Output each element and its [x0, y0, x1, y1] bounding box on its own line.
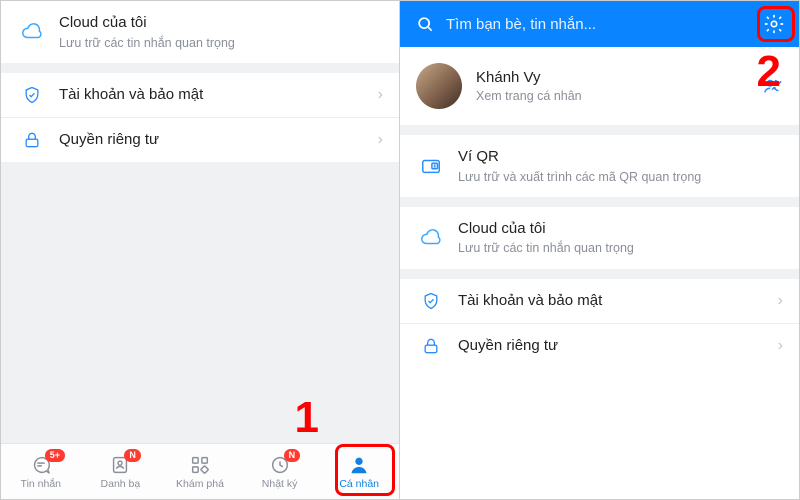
group-qr: Ví QR Lưu trữ và xuất trình các mã QR qu…	[400, 135, 799, 197]
profile-row[interactable]: Khánh Vy Xem trang cá nhân	[400, 47, 799, 125]
chevron-right-icon: ›	[378, 86, 383, 104]
qr-wallet-icon	[418, 155, 444, 177]
tab-label: Danh bạ	[101, 478, 141, 490]
person-icon	[348, 454, 370, 476]
group-security: Tài khoản và bảo mật › Quyền riêng tư ›	[400, 279, 799, 368]
section-gap	[400, 125, 799, 135]
section-gap	[400, 269, 799, 279]
section-gap	[1, 63, 399, 73]
item-title: Ví QR	[458, 147, 783, 167]
profile-name: Khánh Vy	[476, 69, 761, 86]
item-title: Tài khoản và bảo mật	[59, 85, 370, 105]
item-account-security[interactable]: Tài khoản và bảo mật ›	[400, 279, 799, 324]
badge: N	[284, 449, 301, 462]
tab-label: Tin nhắn	[21, 478, 61, 490]
gear-icon	[763, 13, 785, 35]
item-texts: Cloud của tôi Lưu trữ các tin nhắn quan …	[59, 13, 383, 51]
item-title: Cloud của tôi	[59, 13, 383, 33]
tab-contacts[interactable]: N Danh bạ	[81, 444, 161, 499]
tab-discover[interactable]: Khám phá	[160, 444, 240, 499]
item-title: Quyền riêng tư	[458, 336, 770, 356]
item-privacy[interactable]: Quyền riêng tư ›	[1, 118, 399, 162]
item-account-security[interactable]: Tài khoản và bảo mật ›	[1, 73, 399, 118]
group-cloud: Cloud của tôi Lưu trữ các tin nhắn quan …	[400, 207, 799, 269]
shield-icon	[418, 291, 444, 311]
item-cloud[interactable]: Cloud của tôi Lưu trữ các tin nhắn quan …	[1, 1, 399, 63]
cloud-icon	[418, 227, 444, 249]
item-title: Cloud của tôi	[458, 219, 783, 239]
item-privacy[interactable]: Quyền riêng tư ›	[400, 324, 799, 368]
chevron-right-icon: ›	[778, 292, 783, 310]
item-cloud[interactable]: Cloud của tôi Lưu trữ các tin nhắn quan …	[400, 207, 799, 269]
shield-icon	[19, 85, 45, 105]
screen-1: Cloud của tôi Lưu trữ các tin nhắn quan …	[1, 1, 400, 499]
bottom-tabbar: 5+ Tin nhắn N Danh bạ Khám phá N Nhật ký	[1, 443, 399, 499]
settings-button[interactable]	[759, 9, 789, 39]
item-qr-wallet[interactable]: Ví QR Lưu trữ và xuất trình các mã QR qu…	[400, 135, 799, 197]
group-cloud: Cloud của tôi Lưu trữ các tin nhắn quan …	[1, 1, 399, 63]
lock-icon	[418, 336, 444, 356]
badge: N	[124, 449, 141, 462]
chevron-right-icon: ›	[778, 337, 783, 355]
item-sub: Lưu trữ các tin nhắn quan trọng	[458, 240, 783, 256]
badge: 5+	[45, 449, 65, 462]
tab-label: Cá nhân	[339, 478, 379, 490]
spacer	[1, 162, 399, 443]
profile-sub: Xem trang cá nhân	[476, 89, 761, 103]
screen-2: Tìm bạn bè, tin nhắn... Khánh Vy Xem tra…	[400, 1, 799, 499]
tab-label: Khám phá	[176, 478, 224, 490]
tab-label: Nhật ký	[262, 478, 298, 490]
search-bar: Tìm bạn bè, tin nhắn...	[400, 1, 799, 47]
avatar	[416, 63, 462, 109]
item-sub: Lưu trữ các tin nhắn quan trọng	[59, 35, 383, 51]
cloud-icon	[19, 21, 45, 43]
item-sub: Lưu trữ và xuất trình các mã QR quan trọ…	[458, 169, 783, 185]
search-input[interactable]: Tìm bạn bè, tin nhắn...	[446, 16, 759, 33]
group-security: Tài khoản và bảo mật › Quyền riêng tư ›	[1, 73, 399, 162]
chevron-right-icon: ›	[378, 131, 383, 149]
item-title: Quyền riêng tư	[59, 130, 370, 150]
lock-icon	[19, 130, 45, 150]
section-gap	[400, 197, 799, 207]
search-icon[interactable]	[414, 14, 436, 34]
switch-account-icon[interactable]	[761, 75, 783, 97]
item-title: Tài khoản và bảo mật	[458, 291, 770, 311]
tab-me[interactable]: Cá nhân	[319, 444, 399, 499]
grid-icon	[189, 454, 211, 476]
tab-diary[interactable]: N Nhật ký	[240, 444, 320, 499]
tab-messages[interactable]: 5+ Tin nhắn	[1, 444, 81, 499]
